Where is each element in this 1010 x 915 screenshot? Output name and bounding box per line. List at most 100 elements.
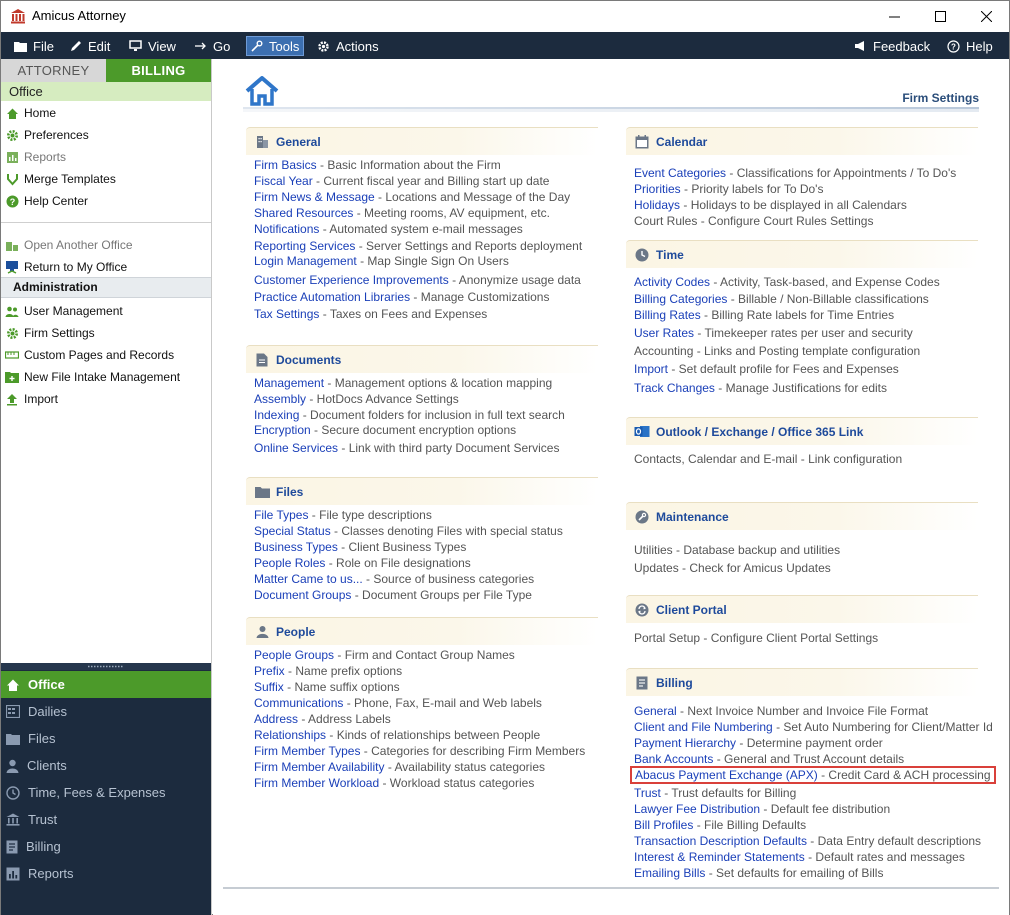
menu-file[interactable]: File (10, 36, 58, 56)
nav-time-fees-expenses[interactable]: Time, Fees & Expenses (1, 779, 211, 806)
app-window: Amicus Attorney File Edit View Go Tools … (0, 0, 1010, 915)
special-status-link[interactable]: Special Status (254, 524, 331, 538)
sidebar-item-reports[interactable]: Reports (1, 146, 211, 168)
nav-trust[interactable]: Trust (1, 806, 211, 833)
sidebar-item-label: Help Center (24, 194, 89, 208)
nav-dailies[interactable]: Dailies (1, 698, 211, 725)
encryption-link[interactable]: Encryption (254, 423, 311, 437)
people-groups-link[interactable]: People Groups (254, 648, 334, 662)
emailing-bills-link[interactable]: Emailing Bills (634, 866, 705, 880)
menu-edit[interactable]: Edit (66, 36, 114, 56)
user-rates-link[interactable]: User Rates (634, 326, 694, 340)
track-changes-link[interactable]: Track Changes (634, 381, 715, 395)
notifications-link[interactable]: Notifications (254, 222, 319, 236)
feedback-button[interactable]: Feedback (850, 36, 934, 56)
minimize-button[interactable] (871, 1, 917, 31)
trust-link[interactable]: Trust (634, 786, 661, 800)
sidebar-item-import[interactable]: Import (1, 388, 211, 410)
firm-member-types-link[interactable]: Firm Member Types (254, 744, 360, 758)
nav-reports[interactable]: Reports (1, 860, 211, 887)
menu-actions[interactable]: Actions (313, 36, 383, 56)
sidebar-item-firm-settings[interactable]: Firm Settings (1, 322, 211, 344)
address-link[interactable]: Address (254, 712, 298, 726)
fiscal-year-link[interactable]: Fiscal Year (254, 174, 313, 188)
login-management-link[interactable]: Login Management (254, 254, 357, 268)
setting-row: Bank Accounts - General and Trust Accoun… (634, 751, 904, 767)
sidebar-item-help-center[interactable]: ? Help Center (1, 190, 211, 212)
setting-desc: - Current fiscal year and Billing start … (312, 174, 550, 188)
home-icon[interactable] (245, 76, 279, 106)
splitter-handle[interactable] (1, 663, 211, 670)
outlook-icon (634, 424, 650, 440)
holidays-link[interactable]: Holidays (634, 198, 680, 212)
online-services-link[interactable]: Online Services (254, 441, 338, 455)
file-types-link[interactable]: File Types (254, 508, 308, 522)
nav-files[interactable]: Files (1, 725, 211, 752)
import-link[interactable]: Import (634, 362, 668, 376)
tab-attorney[interactable]: ATTORNEY (1, 59, 106, 82)
setting-desc: - Meeting rooms, AV equipment, etc. (353, 206, 550, 220)
communications-link[interactable]: Communications (254, 696, 343, 710)
suffix-link[interactable]: Suffix (254, 680, 284, 694)
bank-accounts-link[interactable]: Bank Accounts (634, 752, 713, 766)
client-file-numbering-link[interactable]: Client and File Numbering (634, 720, 773, 734)
sidebar-item-new-file-intake[interactable]: New File Intake Management (1, 366, 211, 388)
indexing-link[interactable]: Indexing (254, 408, 299, 422)
billing-rates-link[interactable]: Billing Rates (634, 308, 701, 322)
matter-came-link[interactable]: Matter Came to us... (254, 572, 363, 586)
home-icon (7, 679, 19, 691)
firm-member-availability-link[interactable]: Firm Member Availability (254, 760, 384, 774)
section-outlook: Outlook / Exchange / Office 365 Link Con… (626, 417, 978, 467)
sidebar-item-preferences[interactable]: Preferences (1, 124, 211, 146)
setting-desc: - Basic Information about the Firm (316, 158, 501, 172)
section-documents: Documents Management - Management option… (246, 345, 598, 455)
lawyer-fee-distribution-link[interactable]: Lawyer Fee Distribution (634, 802, 760, 816)
nav-billing[interactable]: Billing (1, 833, 211, 860)
bill-profiles-link[interactable]: Bill Profiles (634, 818, 693, 832)
sidebar-item-open-another-office[interactable]: Open Another Office (1, 234, 211, 256)
customer-experience-link[interactable]: Customer Experience Improvements (254, 273, 449, 287)
priorities-link[interactable]: Priorities (634, 182, 681, 196)
billing-general-link[interactable]: General (634, 704, 677, 718)
nav-files-label: Files (28, 731, 56, 746)
section-title: Billing (656, 675, 693, 690)
business-types-link[interactable]: Business Types (254, 540, 338, 554)
menu-tools[interactable]: Tools (246, 36, 305, 56)
menu-go[interactable]: Go (191, 36, 234, 56)
sidebar-item-custom-pages[interactable]: Custom Pages and Records (1, 344, 211, 366)
sidebar-item-return-to-my-office[interactable]: Return to My Office (1, 256, 211, 278)
reporting-services-link[interactable]: Reporting Services (254, 239, 355, 253)
close-button[interactable] (963, 1, 1009, 31)
document-groups-link[interactable]: Document Groups (254, 588, 351, 602)
firm-news-link[interactable]: Firm News & Message (254, 190, 375, 204)
people-roles-link[interactable]: People Roles (254, 556, 325, 570)
prefix-link[interactable]: Prefix (254, 664, 285, 678)
sidebar-item-merge-templates[interactable]: Merge Templates (1, 168, 211, 190)
menu-view[interactable]: View (125, 36, 180, 56)
abacus-payment-exchange-link[interactable]: Abacus Payment Exchange (APX) (635, 768, 818, 782)
assembly-link[interactable]: Assembly (254, 392, 306, 406)
firm-basics-link[interactable]: Firm Basics (254, 158, 317, 172)
transaction-description-link[interactable]: Transaction Description Defaults (634, 834, 807, 848)
activity-codes-link[interactable]: Activity Codes (634, 275, 710, 289)
practice-automation-link[interactable]: Practice Automation Libraries (254, 290, 410, 304)
management-link[interactable]: Management (254, 376, 324, 390)
help-button[interactable]: ? Help (943, 36, 997, 56)
tab-billing[interactable]: BILLING (106, 59, 211, 82)
shared-resources-link[interactable]: Shared Resources (254, 206, 353, 220)
section-billing: Billing General - Next Invoice Number an… (626, 668, 996, 883)
nav-clients[interactable]: Clients (1, 752, 211, 779)
nav-office[interactable]: Office (1, 671, 211, 698)
event-categories-link[interactable]: Event Categories (634, 166, 726, 180)
relationships-link[interactable]: Relationships (254, 728, 326, 742)
maximize-button[interactable] (917, 1, 963, 31)
firm-member-workload-link[interactable]: Firm Member Workload (254, 776, 379, 790)
interest-reminder-link[interactable]: Interest & Reminder Statements (634, 850, 805, 864)
sidebar-item-home[interactable]: Home (1, 102, 211, 124)
payment-hierarchy-link[interactable]: Payment Hierarchy (634, 736, 736, 750)
sidebar-divider (1, 222, 211, 223)
sidebar-item-user-management[interactable]: User Management (1, 300, 211, 322)
tax-settings-link[interactable]: Tax Settings (254, 307, 319, 321)
help-circle-icon: ? (5, 194, 19, 208)
billing-categories-link[interactable]: Billing Categories (634, 292, 727, 306)
